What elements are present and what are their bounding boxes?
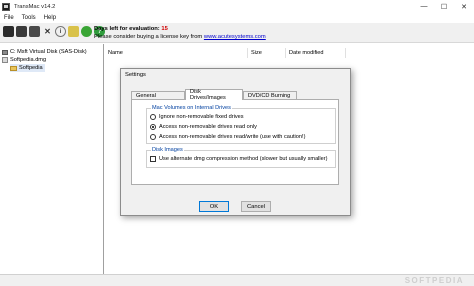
column-header-size[interactable]: Size: [248, 48, 286, 58]
radio-read-write[interactable]: [150, 134, 156, 140]
option-alt-dmg-compression[interactable]: Use alternate dmg compression method (sl…: [150, 156, 328, 162]
tab-panel: Mac Volumes on Internal Drives Ignore no…: [131, 99, 339, 185]
minimize-button[interactable]: —: [414, 0, 434, 13]
format-icon[interactable]: [29, 26, 40, 37]
info-icon[interactable]: i: [55, 26, 66, 37]
tree-item-label: C: Msft Virtual Disk (SAS-Disk): [10, 49, 87, 55]
settings-icon[interactable]: [68, 26, 79, 37]
license-link[interactable]: www.acutesystems.com: [204, 34, 266, 40]
column-header-name[interactable]: Name: [105, 48, 248, 58]
window-controls: — ☐ ✕: [414, 0, 474, 13]
evaluation-notice: Days left for evaluation: 15 Please cons…: [94, 25, 266, 41]
tree-item-dmg[interactable]: Softpedia.dmg: [2, 56, 46, 64]
menu-bar: File Tools Help: [0, 13, 474, 23]
option-read-only[interactable]: Access non-removable drives read only: [150, 124, 257, 130]
ok-button[interactable]: OK: [199, 201, 229, 212]
status-bar: SOFTPEDIA: [0, 274, 474, 286]
maximize-button[interactable]: ☐: [434, 0, 454, 13]
disk-images-group: Disk Images Use alternate dmg compressio…: [146, 147, 336, 168]
tree-item-folder[interactable]: Softpedia: [10, 64, 45, 72]
cancel-button[interactable]: Cancel: [241, 201, 271, 212]
checkbox-label: Use alternate dmg compression method (sl…: [159, 156, 328, 162]
tab-disk-drives-images[interactable]: Disk Drives/Images: [185, 89, 243, 101]
toolbar: ✕ i ? Days left for evaluation: 15 Pleas…: [0, 23, 474, 43]
dmg-file-icon: [2, 57, 8, 63]
mac-volumes-group: Mac Volumes on Internal Drives Ignore no…: [146, 105, 336, 144]
window-title: TransMac v14.2: [14, 3, 56, 10]
dialog-title: Settings: [125, 72, 146, 78]
option-ignore-fixed[interactable]: Ignore non-removable fixed drives: [150, 114, 244, 120]
menu-help[interactable]: Help: [44, 15, 56, 21]
settings-dialog: Settings General Disk Drives/Images DVD/…: [120, 68, 351, 216]
open-disk-icon[interactable]: [3, 26, 14, 37]
column-header-date[interactable]: Date modified: [286, 48, 346, 58]
tree-item-drive[interactable]: C: Msft Virtual Disk (SAS-Disk): [2, 48, 87, 56]
radio-ignore-fixed[interactable]: [150, 114, 156, 120]
option-label: Ignore non-removable fixed drives: [159, 114, 244, 120]
option-label: Access non-removable drives read only: [159, 124, 257, 130]
radio-read-only[interactable]: [150, 124, 156, 130]
drive-tree: C: Msft Virtual Disk (SAS-Disk) Softpedi…: [0, 44, 104, 274]
tree-item-label: Softpedia.dmg: [10, 57, 47, 63]
eval-days: 15: [161, 26, 168, 32]
softpedia-watermark: SOFTPEDIA: [404, 276, 464, 285]
mac-volumes-label: Mac Volumes on Internal Drives: [151, 105, 232, 112]
drive-icon: [2, 49, 8, 55]
delete-icon[interactable]: ✕: [42, 26, 53, 37]
folder-icon: [10, 65, 17, 71]
refresh-icon[interactable]: [81, 26, 92, 37]
license-text: Please consider buying a license key fro…: [94, 34, 203, 40]
tree-item-label: Softpedia: [19, 65, 43, 71]
disk-images-label: Disk Images: [151, 147, 184, 154]
close-button[interactable]: ✕: [454, 0, 474, 13]
title-bar: TransMac v14.2 — ☐ ✕: [0, 0, 474, 13]
option-label: Access non-removable drives read/write (…: [159, 134, 306, 140]
save-icon[interactable]: [16, 26, 27, 37]
app-icon: [2, 2, 10, 11]
eval-prefix: Days left for evaluation:: [94, 26, 160, 32]
option-read-write[interactable]: Access non-removable drives read/write (…: [150, 134, 305, 140]
toolbar-icons: ✕ i ?: [3, 26, 107, 37]
menu-tools[interactable]: Tools: [22, 15, 36, 21]
checkbox-alt-dmg-compression[interactable]: [150, 156, 156, 162]
menu-file[interactable]: File: [4, 15, 14, 21]
